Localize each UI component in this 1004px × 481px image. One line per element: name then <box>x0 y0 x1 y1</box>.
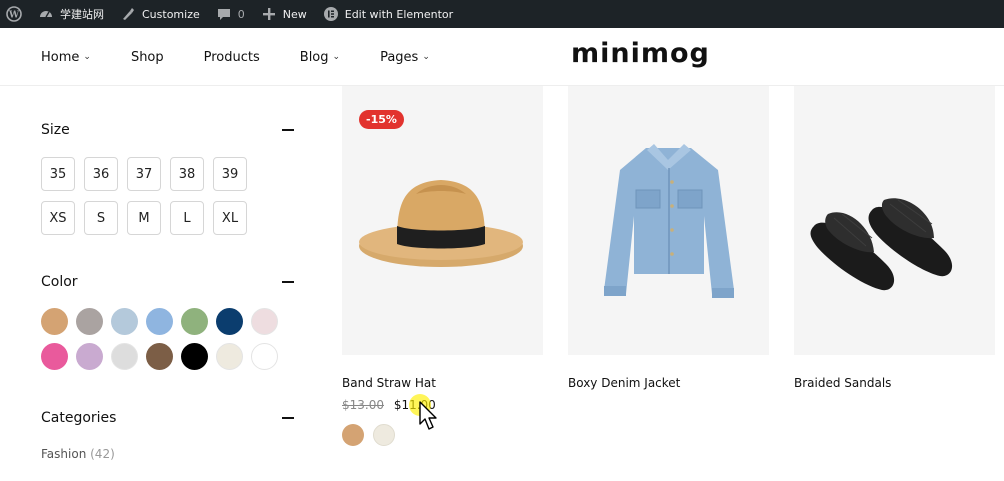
product-image[interactable] <box>794 86 995 355</box>
size-option[interactable]: 36 <box>84 157 118 191</box>
color-swatch[interactable] <box>251 343 278 370</box>
size-option[interactable]: 38 <box>170 157 204 191</box>
collapse-icon[interactable] <box>282 281 294 283</box>
nav-products-label: Products <box>203 49 260 65</box>
color-swatch[interactable] <box>41 308 68 335</box>
chevron-down-icon: ⌄ <box>83 52 91 62</box>
size-option[interactable]: 39 <box>213 157 247 191</box>
wordpress-icon: W <box>6 6 22 22</box>
product-image[interactable] <box>568 86 769 355</box>
customize-link[interactable]: Customize <box>112 0 208 28</box>
comment-icon <box>216 6 232 22</box>
product-color-swatches <box>342 424 395 446</box>
sandals-image <box>810 198 953 291</box>
size-option[interactable]: S <box>84 201 118 235</box>
product-title[interactable]: Band Straw Hat <box>342 376 436 390</box>
product-title[interactable]: Braided Sandals <box>794 376 891 390</box>
chevron-down-icon: ⌄ <box>422 52 430 62</box>
product-card[interactable]: -15% Band Straw Hat $13.00 $11.00 <box>342 86 543 446</box>
site-name-menu[interactable]: 学建站网 <box>30 0 112 28</box>
new-label: New <box>282 7 307 21</box>
plus-icon <box>261 6 277 22</box>
size-option[interactable]: L <box>170 201 204 235</box>
category-count: (42) <box>90 447 115 461</box>
categories-filter-header[interactable]: Categories <box>41 410 301 426</box>
categories-filter-title: Categories <box>41 410 117 426</box>
product-title[interactable]: Boxy Denim Jacket <box>568 376 680 390</box>
color-swatch[interactable] <box>76 308 103 335</box>
customize-label: Customize <box>142 7 200 21</box>
color-filter-header[interactable]: Color <box>41 274 301 290</box>
brush-icon <box>120 6 136 22</box>
comments-count: 0 <box>237 7 245 21</box>
nav-item-products[interactable]: Products <box>204 50 260 65</box>
collapse-icon[interactable] <box>282 129 294 131</box>
color-swatch[interactable] <box>181 308 208 335</box>
size-options: 35 36 37 38 39 XS S M L XL <box>41 157 247 235</box>
old-price: $13.00 <box>342 398 384 412</box>
collapse-icon[interactable] <box>282 417 294 419</box>
size-option[interactable]: XS <box>41 201 75 235</box>
product-color-swatch[interactable] <box>342 424 364 446</box>
product-card[interactable]: Braided Sandals <box>794 86 995 390</box>
dashboard-icon <box>38 6 54 22</box>
nav-pages-label: Pages <box>380 49 419 65</box>
product-color-swatch[interactable] <box>373 424 395 446</box>
color-swatch[interactable] <box>216 308 243 335</box>
nav-item-blog[interactable]: Blog ⌄ <box>300 50 340 65</box>
size-filter-header[interactable]: Size <box>41 122 301 138</box>
size-filter-title: Size <box>41 122 70 138</box>
color-filter-title: Color <box>41 274 78 290</box>
elementor-icon <box>323 6 339 22</box>
color-swatch[interactable] <box>41 343 68 370</box>
edit-elementor-label: Edit with Elementor <box>344 7 454 21</box>
nav-item-pages[interactable]: Pages ⌄ <box>380 50 430 65</box>
wordpress-menu[interactable]: W <box>0 0 30 28</box>
category-name: Fashion <box>41 447 87 461</box>
color-swatch[interactable] <box>76 343 103 370</box>
nav-home-label: Home <box>41 49 80 65</box>
mouse-cursor-icon <box>419 401 437 430</box>
denim-jacket-image <box>604 144 734 298</box>
new-content-menu[interactable]: New <box>253 0 315 28</box>
nav-blog-label: Blog <box>299 49 329 65</box>
site-name: 学建站网 <box>60 8 104 21</box>
comments-link[interactable]: 0 <box>208 0 253 28</box>
nav-item-home[interactable]: Home ⌄ <box>41 50 91 65</box>
color-swatch[interactable] <box>216 343 243 370</box>
edit-elementor-link[interactable]: Edit with Elementor <box>315 0 461 28</box>
size-option[interactable]: M <box>127 201 161 235</box>
chevron-down-icon: ⌄ <box>332 52 341 62</box>
color-swatch[interactable] <box>111 343 138 370</box>
color-swatch[interactable] <box>146 308 173 335</box>
svg-text:W: W <box>8 11 20 21</box>
color-swatches <box>41 308 278 370</box>
color-swatch[interactable] <box>146 343 173 370</box>
nav-shop-label: Shop <box>130 49 164 65</box>
product-card[interactable]: Boxy Denim Jacket <box>568 86 769 390</box>
nav-item-shop[interactable]: Shop <box>131 50 164 65</box>
category-item-fashion[interactable]: Fashion (42) <box>41 447 115 461</box>
size-option[interactable]: XL <box>213 201 247 235</box>
color-swatch[interactable] <box>251 308 278 335</box>
admin-bar: W 学建站网 Customize 0 New Edit with Element… <box>0 0 1004 28</box>
site-logo[interactable]: minimog <box>571 38 710 69</box>
color-swatch[interactable] <box>181 343 208 370</box>
color-swatch[interactable] <box>111 308 138 335</box>
main-nav: Home ⌄ Shop Products Blog ⌄ Pages ⌄ <box>41 28 470 86</box>
size-option[interactable]: 35 <box>41 157 75 191</box>
size-option[interactable]: 37 <box>127 157 161 191</box>
product-image[interactable]: -15% <box>342 86 543 355</box>
site-header: Home ⌄ Shop Products Blog ⌄ Pages ⌄ mini… <box>0 28 1004 86</box>
discount-badge: -15% <box>359 110 404 129</box>
